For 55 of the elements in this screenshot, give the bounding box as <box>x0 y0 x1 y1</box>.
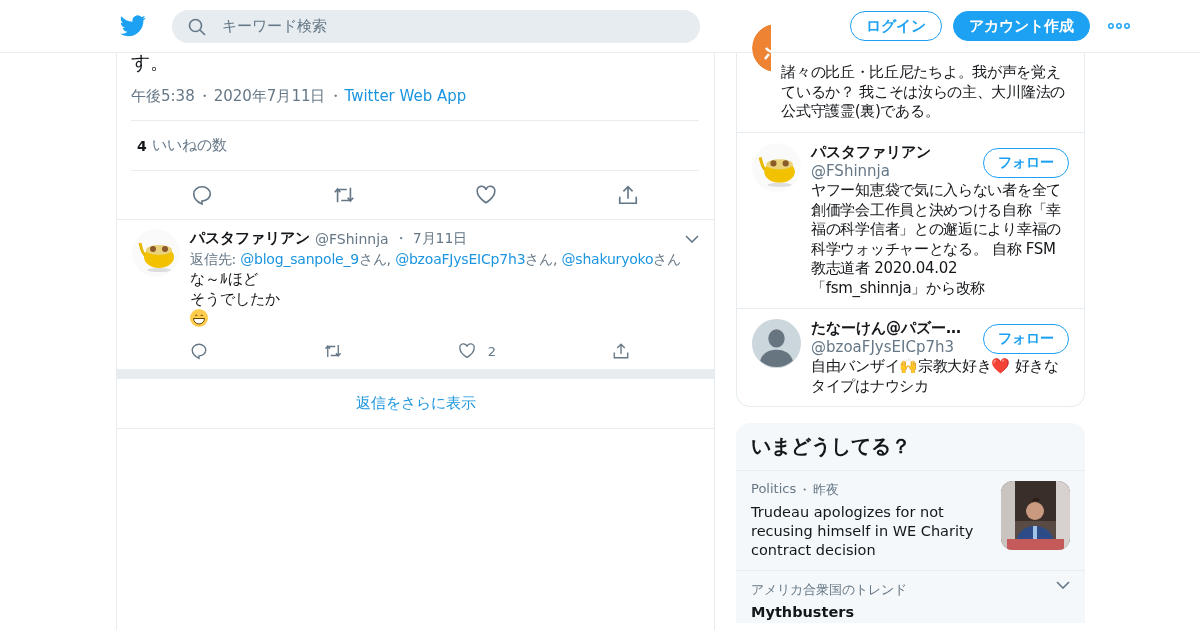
user-bio: 諸々の比丘・比丘尼たちよ。我が声を覚えているか？ 我こそは汝らの主、大川隆法の公式守護霊(裏)である。 <box>781 63 1066 122</box>
reply-to-text: 返信先: @blog_sanpole_9 さん, @bzoaFJysEICp7h3さん, @shakuryokoさん <box>190 251 682 269</box>
user-name[interactable]: パスタファリアン <box>811 143 931 162</box>
tweet-time: 午後5:38 <box>131 87 195 106</box>
mention-link[interactable]: @bzoaFJysEICp7h3 <box>395 251 526 267</box>
login-button[interactable]: ログイン <box>850 11 942 41</box>
trend-category: アメリカ合衆国のトレンド <box>751 581 907 599</box>
like-icon[interactable] <box>457 342 476 360</box>
panel-title: いまどうしてる？ <box>736 423 1085 471</box>
show-more-link[interactable]: 返信をさらに表示 <box>355 394 476 413</box>
bird-icon[interactable] <box>120 15 146 37</box>
user-name[interactable]: パスタファリアン <box>190 229 310 248</box>
like-icon[interactable] <box>475 184 497 206</box>
like-count: 4 <box>137 137 147 154</box>
separator-text: ・ <box>798 481 812 499</box>
user-bio: 自由バンザイ🙌宗教大好き❤ 好きなタイプはナウシカ <box>811 357 1060 396</box>
user-handle[interactable]: @FShinnja <box>315 230 389 247</box>
more-icon[interactable] <box>1108 23 1130 29</box>
signup-button[interactable]: アカウント作成 <box>953 11 1090 41</box>
reply-text: そうでしたか <box>190 289 281 309</box>
trend-category: Politics <box>751 481 797 498</box>
likes-label[interactable]: いいねの数 <box>151 136 227 155</box>
share-icon[interactable] <box>617 184 639 206</box>
user-handle[interactable]: @bzoaFJysEICp7h3 <box>811 338 961 357</box>
like-count: 2 <box>487 343 497 359</box>
trend-time: 昨夜 <box>813 481 840 499</box>
share-icon[interactable] <box>612 342 630 360</box>
search-icon <box>188 17 206 36</box>
reply-date[interactable]: 7月11日 <box>412 229 468 248</box>
separator-text: ・ <box>393 229 408 248</box>
search-field[interactable]: キーワード検索 <box>172 9 700 43</box>
news-headline[interactable]: Trudeau apologizes for not recusing himself in WE Charity contract decision <box>751 503 991 560</box>
caret-icon[interactable] <box>1056 581 1070 589</box>
user-name[interactable]: たなーけん@パズー… <box>811 319 961 338</box>
separator-text: ・ <box>327 87 343 106</box>
mention-link[interactable]: @blog_sanpole_9 <box>240 251 359 267</box>
reply-text: な～ﾙほど <box>190 269 259 289</box>
retweet-icon[interactable] <box>323 342 342 360</box>
mention-link[interactable]: @shakuryoko <box>561 251 654 267</box>
source-link[interactable]: Twitter Web App <box>344 87 467 106</box>
trend-item[interactable]: Politics・昨夜 Trudeau apologizes for not recusing himself in WE Charity contract decision <box>736 471 1085 571</box>
user-handle[interactable]: @FShinnja <box>811 162 931 181</box>
default-avatar-icon <box>752 319 801 368</box>
reply-icon[interactable] <box>191 184 213 206</box>
follow-button[interactable]: フォロー <box>983 148 1069 178</box>
tweet-date: 2020年7月11日 <box>213 87 326 106</box>
tweet-text: す。 <box>131 53 170 71</box>
user-bio: ヤフー知恵袋で気に入らない者を全て創価学会工作員と決めつける自称「幸福の科学信者」との邂逅により幸福の科学ウォッチャーとなる。 自称 FSM教志道者 2020.04.02 「fsm_shinnja」から改称 <box>811 181 1062 298</box>
separator-text: ・ <box>196 87 212 106</box>
caret-icon[interactable] <box>685 234 699 243</box>
follow-button[interactable]: フォロー <box>983 324 1069 354</box>
trend-name[interactable]: Mythbusters <box>751 603 1046 622</box>
trend-item[interactable]: アメリカ合衆国のトレンド Mythbusters <box>736 571 1085 623</box>
grin-emoji-icon <box>190 309 208 327</box>
reply-icon[interactable] <box>190 342 208 360</box>
